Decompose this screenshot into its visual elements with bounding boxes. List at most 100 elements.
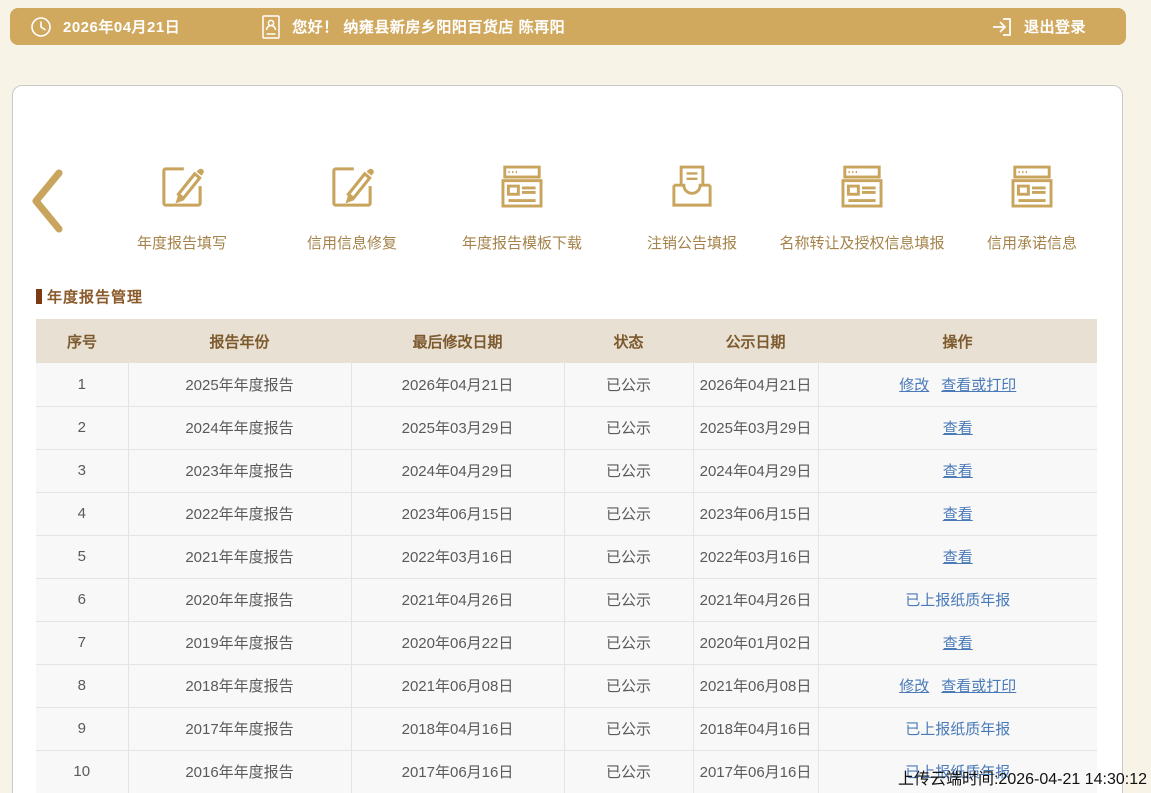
feature-item[interactable]: 年度报告填写: [97, 154, 267, 253]
column-header: 最后修改日期: [351, 319, 564, 363]
cell-operations: 已上报纸质年报: [818, 707, 1097, 750]
cell-status: 已公示: [564, 750, 693, 793]
cell-status: 已公示: [564, 363, 693, 406]
feature-list: 年度报告填写 信用信息修复 年度报告模板下载 注销公告填报 名称转让及授权信息填报 信用承…: [69, 154, 1145, 253]
cell-published: 2023年06月15日: [693, 492, 818, 535]
cell-status: 已公示: [564, 707, 693, 750]
operation-text: 已上报纸质年报: [905, 592, 1010, 609]
cell-operations: 已上报纸质年报: [818, 578, 1097, 621]
column-header: 序号: [36, 319, 128, 363]
table-row: 72019年年度报告2020年06月22日已公示2020年01月02日查看: [36, 621, 1097, 664]
feature-label: 年度报告填写: [137, 232, 227, 253]
topbar: 2026年04月21日 您好！ 纳雍县新房乡阳阳百货店 陈再阳 退出登录: [10, 8, 1126, 45]
operation-text: 已上报纸质年报: [905, 721, 1010, 738]
feature-carousel: 年度报告填写 信用信息修复 年度报告模板下载 注销公告填报 名称转让及授权信息填报 信用承…: [25, 128, 1108, 278]
cell-published: 2024年04月29日: [693, 449, 818, 492]
logout-button[interactable]: 退出登录: [990, 15, 1086, 39]
cell-no: 1: [36, 363, 128, 406]
column-header: 状态: [564, 319, 693, 363]
column-header: 报告年份: [128, 319, 351, 363]
feature-label: 信用信息修复: [307, 232, 397, 253]
table-row: 92017年年度报告2018年04月16日已公示2018年04月16日已上报纸质…: [36, 707, 1097, 750]
cell-no: 8: [36, 664, 128, 707]
webpage-icon: [833, 154, 891, 216]
cell-modified: 2021年06月08日: [351, 664, 564, 707]
cell-no: 7: [36, 621, 128, 664]
feature-item[interactable]: 年度报告模板下载: [437, 154, 607, 253]
cell-modified: 2025年03月29日: [351, 406, 564, 449]
upload-time-overlay: 上传云端时间:2026-04-21 14:30:12: [898, 765, 1147, 789]
feature-label: 年度报告模板下载: [462, 232, 582, 253]
carousel-prev-button[interactable]: [25, 168, 69, 239]
logout-label: 退出登录: [1024, 16, 1086, 37]
cell-operations: 查看: [818, 406, 1097, 449]
cell-year: 2018年年度报告: [128, 664, 351, 707]
cell-modified: 2022年03月16日: [351, 535, 564, 578]
cell-no: 6: [36, 578, 128, 621]
table-row: 52021年年度报告2022年03月16日已公示2022年03月16日查看: [36, 535, 1097, 578]
table-body: 12025年年度报告2026年04月21日已公示2026年04月21日修改查看或…: [36, 363, 1097, 793]
section-title-text: 年度报告管理: [47, 286, 143, 307]
cell-modified: 2024年04月29日: [351, 449, 564, 492]
logout-icon: [990, 15, 1014, 39]
cell-no: 4: [36, 492, 128, 535]
cell-no: 3: [36, 449, 128, 492]
operation-link[interactable]: 查看: [943, 635, 973, 652]
carousel-next-button[interactable]: [1145, 168, 1151, 239]
webpage-icon: [493, 154, 551, 216]
cell-published: 2020年01月02日: [693, 621, 818, 664]
cell-status: 已公示: [564, 535, 693, 578]
feature-item[interactable]: 注销公告填报: [607, 154, 777, 253]
page: { "header": { "date": "2026年04月21日", "gr…: [0, 0, 1151, 793]
operation-link[interactable]: 修改: [899, 678, 929, 695]
inbox-doc-icon: [663, 154, 721, 216]
cell-no: 9: [36, 707, 128, 750]
webpage-icon: [1003, 154, 1061, 216]
cell-year: 2017年年度报告: [128, 707, 351, 750]
cell-year: 2023年年度报告: [128, 449, 351, 492]
cell-modified: 2020年06月22日: [351, 621, 564, 664]
cell-status: 已公示: [564, 492, 693, 535]
cell-year: 2016年年度报告: [128, 750, 351, 793]
operation-link[interactable]: 修改: [899, 377, 929, 394]
feature-label: 名称转让及授权信息填报: [779, 232, 944, 253]
feature-label: 注销公告填报: [647, 232, 737, 253]
main-card: 年度报告填写 信用信息修复 年度报告模板下载 注销公告填报 名称转让及授权信息填报 信用承…: [12, 85, 1123, 793]
cell-published: 2021年04月26日: [693, 578, 818, 621]
topbar-date-group: 2026年04月21日: [29, 15, 180, 39]
cell-year: 2022年年度报告: [128, 492, 351, 535]
table-row: 62020年年度报告2021年04月26日已公示2021年04月26日已上报纸质…: [36, 578, 1097, 621]
cell-published: 2018年04月16日: [693, 707, 818, 750]
table-row: 82018年年度报告2021年06月08日已公示2021年06月08日修改查看或…: [36, 664, 1097, 707]
cell-year: 2024年年度报告: [128, 406, 351, 449]
feature-item[interactable]: 信用信息修复: [267, 154, 437, 253]
chevron-left-icon: [29, 168, 65, 239]
section-title: 年度报告管理: [36, 286, 143, 307]
edit-square-icon: [153, 154, 211, 216]
feature-label: 信用承诺信息: [987, 232, 1077, 253]
cell-status: 已公示: [564, 406, 693, 449]
operation-link[interactable]: 查看: [943, 506, 973, 523]
cell-status: 已公示: [564, 578, 693, 621]
edit-square-icon: [323, 154, 381, 216]
cell-operations: 修改查看或打印: [818, 363, 1097, 406]
clock-icon: [29, 15, 53, 39]
cell-year: 2025年年度报告: [128, 363, 351, 406]
operation-link[interactable]: 查看: [943, 549, 973, 566]
operation-link[interactable]: 查看: [943, 420, 973, 437]
table-row: 12025年年度报告2026年04月21日已公示2026年04月21日修改查看或…: [36, 363, 1097, 406]
cell-operations: 查看: [818, 535, 1097, 578]
cell-operations: 修改查看或打印: [818, 664, 1097, 707]
operation-link[interactable]: 查看或打印: [941, 678, 1016, 695]
feature-item[interactable]: 信用承诺信息: [947, 154, 1117, 253]
cell-operations: 查看: [818, 621, 1097, 664]
cell-published: 2022年03月16日: [693, 535, 818, 578]
annual-report-table: 序号报告年份最后修改日期状态公示日期操作 12025年年度报告2026年04月2…: [36, 319, 1097, 793]
operation-link[interactable]: 查看: [943, 463, 973, 480]
user-greeting: 您好！ 纳雍县新房乡阳阳百货店 陈再阳: [292, 16, 565, 37]
operation-link[interactable]: 查看或打印: [941, 377, 1016, 394]
feature-item[interactable]: 名称转让及授权信息填报: [777, 154, 947, 253]
cell-no: 5: [36, 535, 128, 578]
column-header: 公示日期: [693, 319, 818, 363]
cell-year: 2021年年度报告: [128, 535, 351, 578]
